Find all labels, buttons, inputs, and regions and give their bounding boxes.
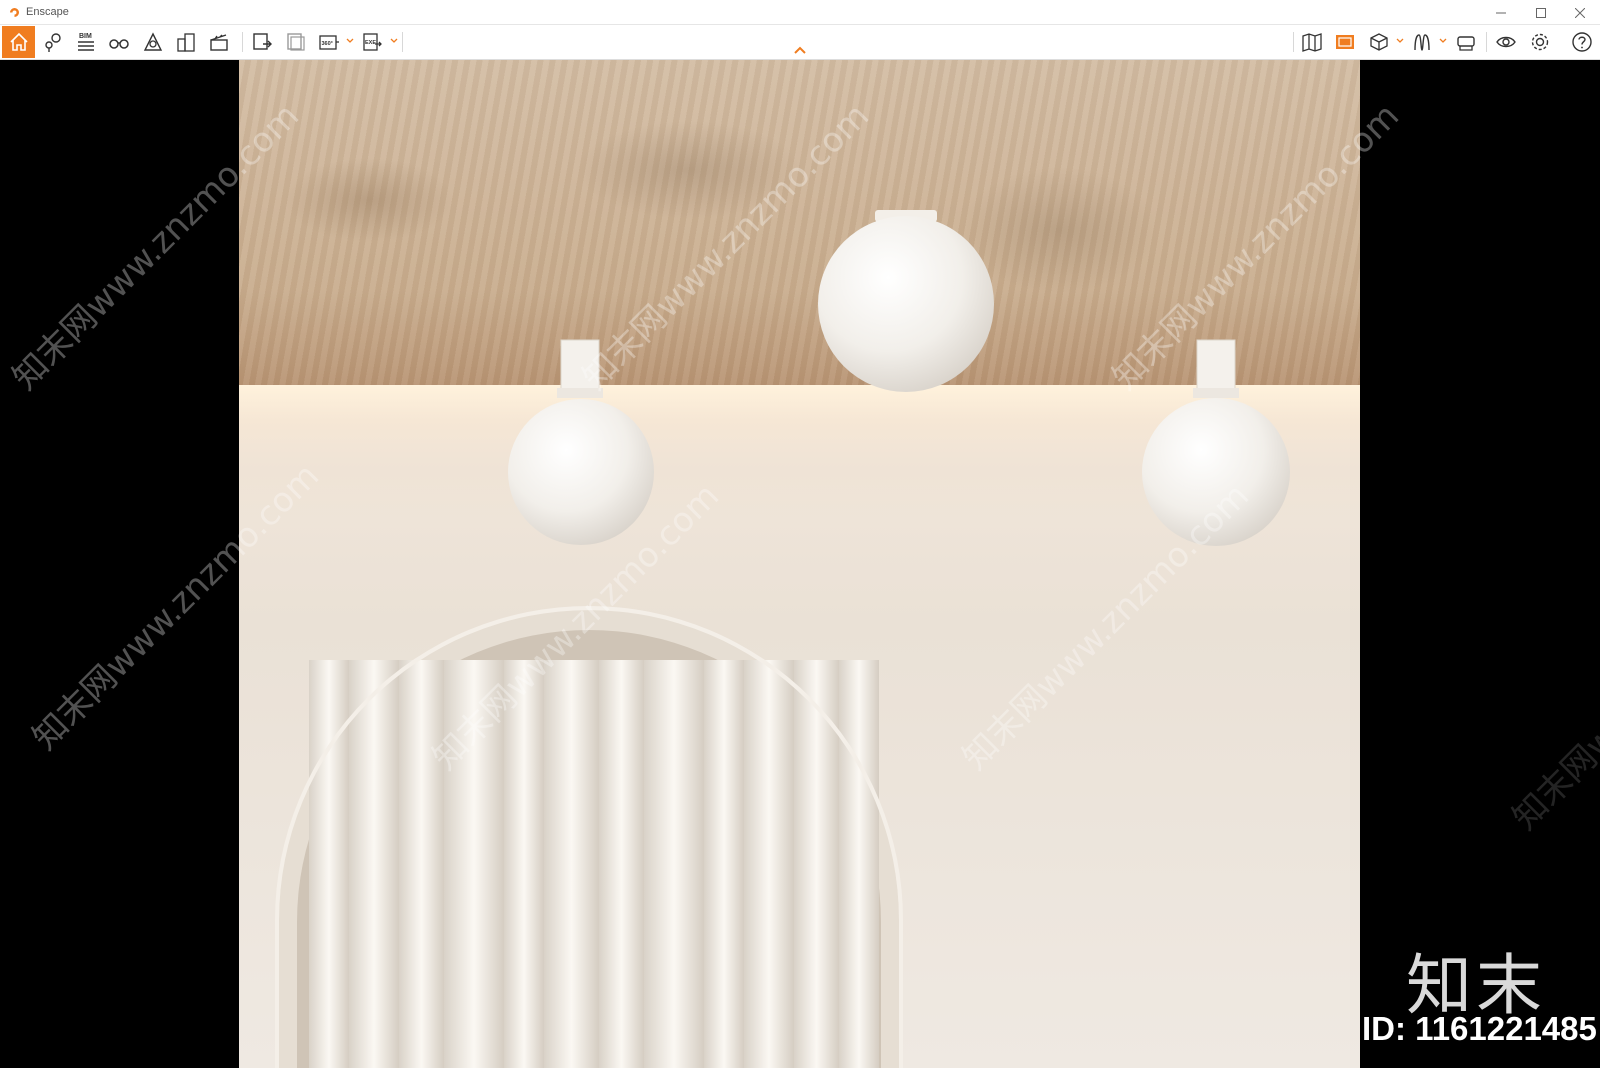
bim-icon: BIM — [78, 33, 94, 51]
curtain-fold — [399, 660, 444, 1068]
center-ceiling-light — [818, 210, 994, 392]
settings-button[interactable] — [1525, 26, 1555, 58]
chevron-down-icon[interactable] — [390, 37, 398, 45]
image-id-label: ID: 1161221485 — [1362, 1010, 1597, 1047]
toolbar: BIM 360° EXE — [0, 25, 1600, 60]
curtain-fold — [704, 660, 744, 1068]
asset-icon — [1414, 34, 1430, 51]
curtain-fold — [644, 660, 704, 1068]
curtain-fold — [599, 660, 644, 1068]
chevron-down-icon[interactable] — [346, 37, 354, 45]
maximize-icon — [1536, 7, 1546, 18]
close-icon — [1575, 7, 1585, 18]
minimize-button[interactable] — [1482, 0, 1520, 25]
views-button[interactable] — [38, 26, 68, 58]
curtain-fold — [349, 660, 399, 1068]
box-icon — [1370, 33, 1388, 51]
watermark-text: 知末网www.znzmo.com — [1505, 535, 1600, 838]
minimize-icon — [1496, 12, 1506, 13]
buildings-icon — [177, 33, 195, 52]
render-viewport[interactable]: 知末网www.znzmo.com 知末网www.znzmo.com 知末网www… — [0, 60, 1600, 1068]
map-icon — [1302, 33, 1322, 52]
batch-export-icon — [287, 33, 305, 51]
collapse-toolbar-chevron-icon[interactable] — [793, 46, 807, 55]
svg-text:BIM: BIM — [79, 33, 92, 40]
vr-headset-icon — [1457, 36, 1475, 51]
maximize-button[interactable] — [1522, 0, 1560, 25]
svg-text:360°: 360° — [322, 41, 333, 47]
vr-button[interactable] — [1451, 26, 1481, 58]
panorama-export-icon: 360° — [319, 35, 339, 50]
title-bar: Enscape — [0, 0, 1600, 25]
settings-icon — [1531, 33, 1549, 51]
screenshot-button[interactable] — [247, 26, 277, 58]
curtain-fold — [544, 660, 599, 1068]
toolbar-separator — [402, 32, 403, 52]
views-icon — [45, 33, 61, 52]
panorama-button[interactable]: 360° — [314, 26, 344, 58]
curtain-fold — [744, 660, 794, 1068]
exe-export-button[interactable]: EXE — [357, 26, 387, 58]
buildings-button[interactable] — [171, 26, 201, 58]
enscape-logo-icon — [10, 8, 19, 17]
home-button[interactable] — [2, 26, 35, 58]
help-icon — [1572, 32, 1592, 52]
help-button[interactable] — [1567, 26, 1597, 58]
sun-icon — [143, 32, 163, 51]
chevron-down-icon[interactable] — [1439, 37, 1447, 45]
window-title: Enscape — [26, 6, 69, 18]
visual-settings-button[interactable] — [1491, 26, 1521, 58]
clapper-icon — [210, 34, 228, 51]
video-editor-button[interactable] — [204, 26, 234, 58]
bim-button[interactable]: BIM — [71, 26, 101, 58]
toolbar-separator — [242, 32, 243, 52]
binoculars-icon — [109, 39, 129, 49]
exe-export-icon: EXE — [363, 33, 382, 51]
render-panel-icon — [1336, 35, 1354, 49]
batch-render-button[interactable] — [281, 26, 311, 58]
box-button[interactable] — [1364, 26, 1394, 58]
render-panel-button[interactable] — [1330, 26, 1360, 58]
home-icon — [9, 32, 28, 51]
chevron-down-icon[interactable] — [1396, 37, 1404, 45]
atmosphere-button[interactable] — [138, 26, 168, 58]
eye-icon — [1496, 36, 1516, 48]
map-button[interactable] — [1297, 26, 1327, 58]
toolbar-separator — [1486, 32, 1487, 52]
asset-library-button[interactable] — [1407, 26, 1437, 58]
close-button[interactable] — [1561, 0, 1599, 25]
svg-text:EXE: EXE — [365, 40, 376, 46]
screenshot-export-icon — [253, 33, 272, 50]
toolbar-separator — [1293, 32, 1294, 52]
binoculars-button[interactable] — [104, 26, 134, 58]
